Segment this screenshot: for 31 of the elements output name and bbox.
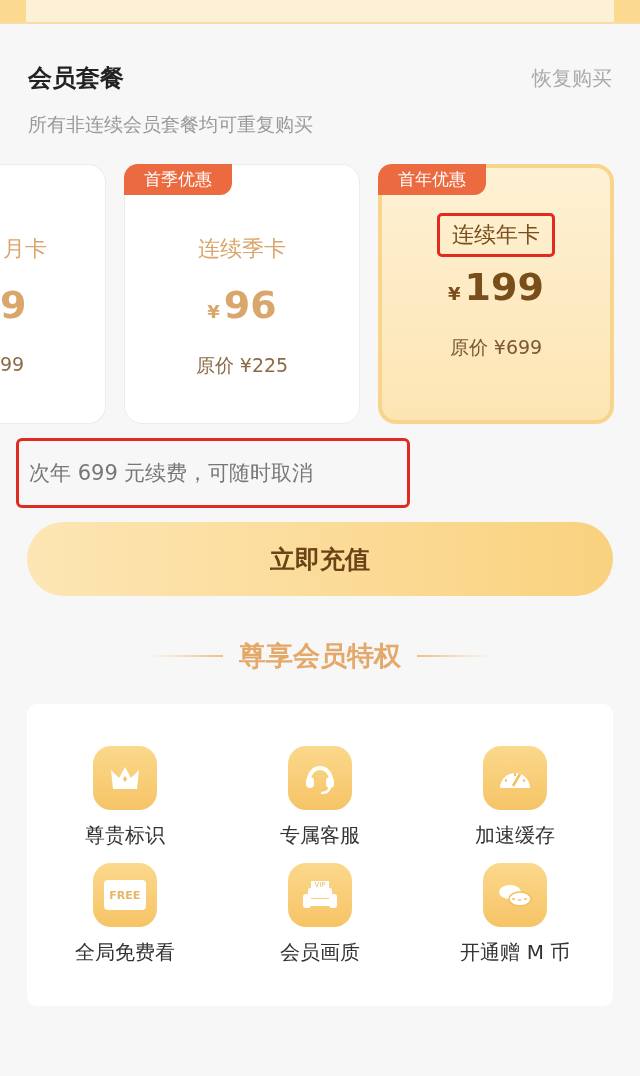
- headset-icon: [288, 746, 352, 810]
- perk-label: 开通赠 M 币: [460, 939, 571, 966]
- perk-label: 会员画质: [280, 939, 360, 966]
- free-label: FREE: [103, 880, 146, 910]
- perks-heading: 尊享会员特权: [239, 639, 401, 673]
- section-title: 会员套餐: [28, 63, 124, 94]
- sofa-icon: [300, 887, 340, 910]
- plan-price: 9: [0, 283, 27, 327]
- plan-name: 连续年卡: [437, 213, 555, 257]
- section-subtitle: 所有非连续会员套餐均可重复购买: [27, 112, 314, 137]
- recharge-button[interactable]: 立即充值: [27, 522, 613, 596]
- plan-card[interactable]: 月卡 9 99: [0, 164, 106, 424]
- renewal-note: 次年 699 元续费，可随时取消: [16, 438, 410, 508]
- perk-label: 尊贵标识: [84, 822, 165, 849]
- crown-icon: [92, 746, 157, 810]
- plan-card[interactable]: 首年优惠 连续年卡 ¥199 原价 ¥699: [378, 164, 614, 424]
- original-price: 99: [0, 353, 25, 375]
- coins-icon: [483, 863, 548, 927]
- discount-tag: 首年优惠: [378, 164, 486, 195]
- plan-card[interactable]: 首季优惠 连续季卡 ¥96 原价 ¥225: [124, 164, 360, 424]
- perk-label: 加速缓存: [475, 822, 556, 849]
- plan-name: 连续季卡: [197, 235, 287, 263]
- perk-label: 专属客服: [280, 822, 360, 849]
- plan-price: ¥96: [207, 283, 277, 327]
- plan-name: 月卡: [2, 235, 48, 263]
- original-price: 原价 ¥699: [449, 335, 543, 360]
- plan-price: ¥199: [448, 265, 544, 309]
- perk-label: 全局免费看: [74, 939, 175, 966]
- original-price: 原价 ¥225: [195, 353, 289, 378]
- discount-tag: 首季优惠: [124, 164, 232, 195]
- gauge-icon: [483, 746, 548, 810]
